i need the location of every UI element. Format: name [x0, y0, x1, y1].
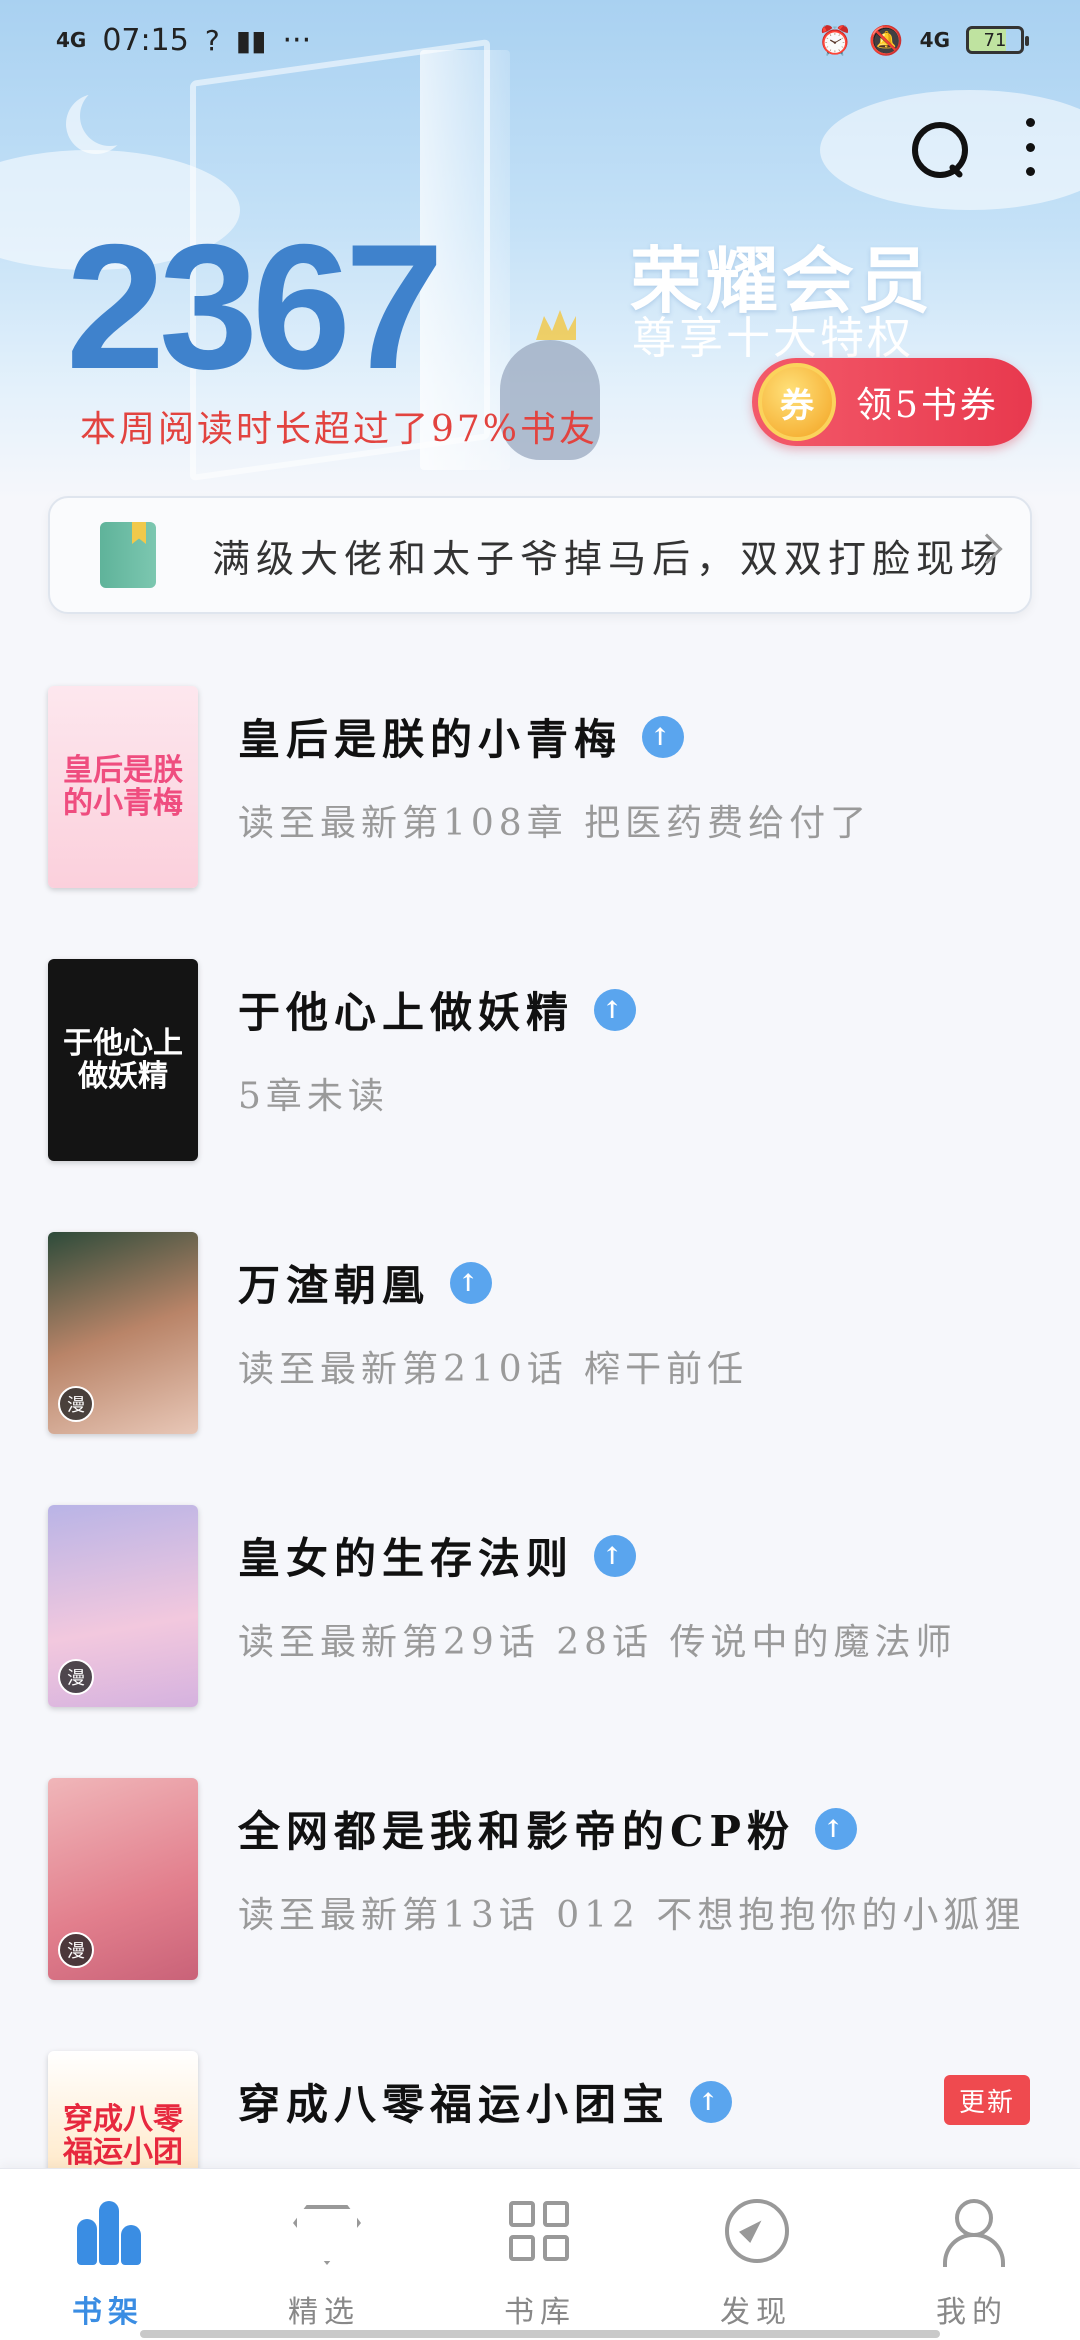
nav-item-profile[interactable]: 我的	[897, 2199, 1047, 2331]
book-icon: ▮▮	[235, 23, 267, 57]
update-badge: 更新	[944, 2075, 1030, 2125]
book-progress: 5章未读	[238, 1076, 389, 1117]
pin-top-icon: ↑	[450, 1261, 493, 1304]
book-title-text: 皇女的生存法则	[238, 1534, 575, 1583]
book-cover[interactable]: 皇后是朕的小青梅	[48, 686, 198, 888]
pin-top-icon: ↑	[642, 715, 685, 758]
nav-label: 书架	[72, 2295, 144, 2330]
book-cover[interactable]: 漫	[48, 1778, 198, 1980]
battery-level: 71	[983, 29, 1007, 51]
book-cover[interactable]: 于他心上做妖精	[48, 959, 198, 1161]
nav-item-featured[interactable]: 精选	[249, 2199, 399, 2331]
comic-badge: 漫	[58, 1659, 94, 1695]
vip-subtitle: 尊享十大特权	[632, 313, 914, 364]
book-title-text: 于他心上做妖精	[238, 988, 575, 1037]
book-progress: 读至最新第210话 榨干前任	[238, 1349, 749, 1390]
nav-item-library[interactable]: 书库	[465, 2199, 615, 2331]
comic-badge: 漫	[58, 1932, 94, 1968]
book-list-item[interactable]: 于他心上做妖精 于他心上做妖精 ↑ 5章未读	[0, 945, 1080, 1218]
book-title: 穿成八零福运小团宝 ↑	[238, 2071, 733, 2132]
help-icon: ?	[204, 23, 220, 57]
pin-top-icon: ↑	[815, 1807, 858, 1850]
coupon-label: 领5书券	[856, 385, 999, 426]
signal-icon: 4G	[56, 28, 87, 52]
pin-top-icon: ↑	[594, 988, 637, 1031]
book-list-item[interactable]: 漫 皇女的生存法则 ↑ 读至最新第29话 28话 传说中的魔法师	[0, 1491, 1080, 1764]
diamond-icon	[289, 2199, 359, 2265]
bookshelf-icon	[73, 2199, 143, 2265]
network-type: 4G	[919, 28, 950, 52]
book-cover[interactable]: 漫	[48, 1505, 198, 1707]
book-title-text: 万渣朝凰	[238, 1261, 431, 1310]
comic-badge: 漫	[58, 1386, 94, 1422]
status-bar: 4G 07:15 ? ▮▮ ··· ⏰ 🔕 4G 71	[0, 0, 1080, 80]
weekly-reading-minutes[interactable]: 2367	[66, 218, 444, 396]
book-list-item[interactable]: 皇后是朕的小青梅 皇后是朕的小青梅 ↑ 读至最新第108章 把医药费给付了	[0, 672, 1080, 945]
reading-rank-text: 本周阅读时长超过了97%书友	[80, 409, 599, 450]
grid-icon	[505, 2199, 575, 2265]
book-list-item[interactable]: 漫 万渣朝凰 ↑ 读至最新第210话 榨干前任	[0, 1218, 1080, 1491]
nav-item-bookshelf[interactable]: 书架	[33, 2199, 183, 2331]
book-title: 皇女的生存法则 ↑	[238, 1525, 637, 1586]
cover-title: 于他心上做妖精	[63, 1026, 183, 1094]
nav-label: 我的	[936, 2295, 1008, 2330]
home-indicator[interactable]	[140, 2330, 940, 2338]
alarm-icon: ⏰	[817, 23, 853, 57]
pin-top-icon: ↑	[690, 2080, 733, 2123]
more-options-icon[interactable]	[1020, 118, 1040, 176]
recommendation-text: 满级大佬和太子爷掉马后，双双打脸现场	[212, 536, 1005, 581]
coupon-icon: 券	[758, 363, 836, 441]
book-title-text: 全网都是我和影帝的CP粉	[238, 1807, 796, 1856]
header-actions	[908, 118, 1040, 178]
recommendation-banner[interactable]: 满级大佬和太子爷掉马后，双双打脸现场	[48, 496, 1032, 614]
book-list-item[interactable]: 漫 全网都是我和影帝的CP粉 ↑ 读至最新第13话 012 不想抱抱你的小狐狸	[0, 1764, 1080, 2037]
book-title-text: 皇后是朕的小青梅	[238, 715, 623, 764]
book-cover[interactable]: 漫	[48, 1232, 198, 1434]
bookshelf-list: 皇后是朕的小青梅 皇后是朕的小青梅 ↑ 读至最新第108章 把医药费给付了 于他…	[0, 672, 1080, 2310]
search-icon[interactable]	[908, 118, 968, 178]
book-progress: 读至最新第13话 012 不想抱抱你的小狐狸	[238, 1895, 1026, 1936]
profile-icon	[937, 2199, 1007, 2267]
nav-item-discover[interactable]: 发现	[681, 2199, 831, 2331]
bookmark-book-icon	[100, 522, 156, 588]
compass-icon	[721, 2199, 791, 2265]
pin-top-icon: ↑	[594, 1534, 637, 1577]
book-progress: 读至最新第29话 28话 传说中的魔法师	[238, 1622, 957, 1663]
nav-label: 精选	[288, 2295, 360, 2330]
claim-coupon-button[interactable]: 券 领5书券	[752, 358, 1032, 446]
header-banner: 4G 07:15 ? ▮▮ ··· ⏰ 🔕 4G 71 2367 本周阅读时长超…	[0, 0, 1080, 500]
book-title: 皇后是朕的小青梅 ↑	[238, 706, 685, 767]
book-title: 全网都是我和影帝的CP粉 ↑	[238, 1798, 858, 1859]
book-progress: 读至最新第108章 把医药费给付了	[238, 803, 872, 844]
book-title: 万渣朝凰 ↑	[238, 1252, 493, 1313]
mute-icon: 🔕	[868, 23, 904, 57]
nav-label: 书库	[504, 2295, 576, 2330]
nav-label: 发现	[720, 2295, 792, 2330]
cover-title: 皇后是朕的小青梅	[63, 753, 183, 821]
battery-icon: 71	[966, 26, 1029, 54]
more-notifications: ···	[282, 22, 312, 58]
moon-decoration	[80, 86, 140, 146]
status-time: 07:15	[102, 22, 189, 58]
bottom-navigation: 书架 精选 书库 发现 我的	[0, 2168, 1080, 2340]
book-title: 于他心上做妖精 ↑	[238, 979, 637, 1040]
book-title-text: 穿成八零福运小团宝	[238, 2080, 671, 2129]
